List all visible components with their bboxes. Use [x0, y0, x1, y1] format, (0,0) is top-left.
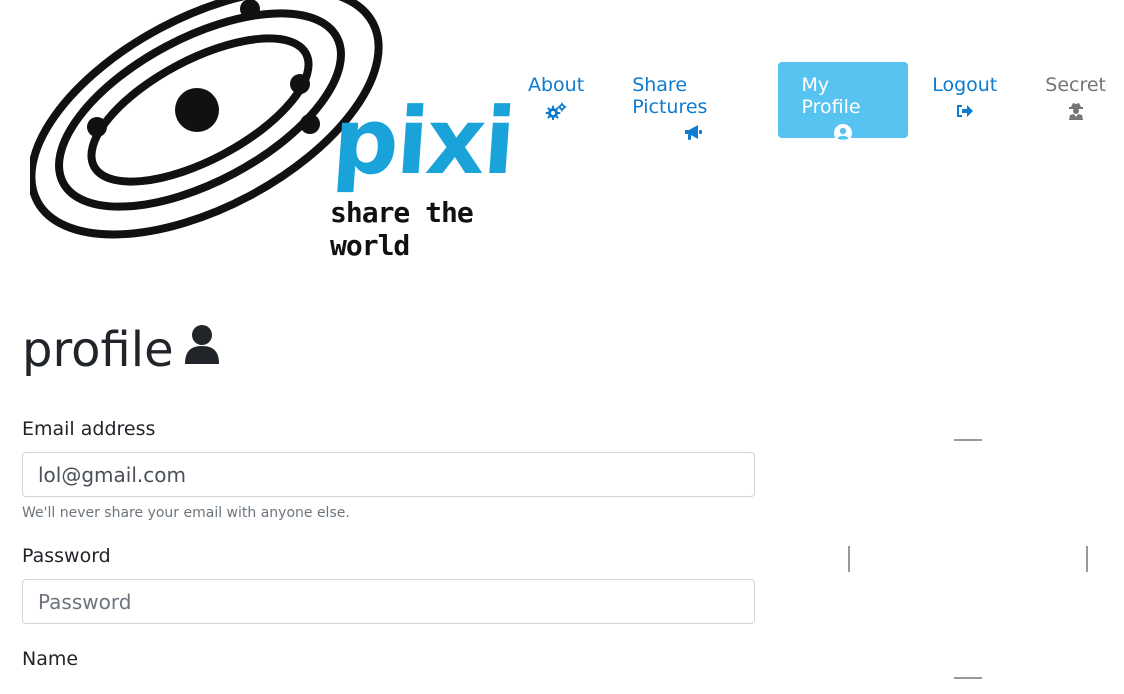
gears-icon	[545, 102, 567, 121]
email-field[interactable]	[22, 452, 755, 497]
password-field[interactable]	[22, 579, 755, 624]
logo-tagline: share the world	[330, 196, 474, 262]
logo-wordmark: pixi	[329, 88, 518, 195]
profile-avatar-image[interactable]	[848, 438, 1088, 680]
main-nav: About Share Pictures My Profile Logout S…	[508, 62, 1124, 142]
nav-logout[interactable]: Logout	[908, 62, 1021, 138]
pixi-logo[interactable]: pixi share the world	[27, 0, 517, 262]
nav-about[interactable]: About	[508, 62, 608, 138]
nav-label: Share Pictures	[632, 74, 708, 118]
nav-label: Secret	[1045, 74, 1106, 96]
bullhorn-icon	[683, 124, 703, 142]
sign-out-icon	[956, 102, 974, 120]
password-group: Password	[22, 545, 755, 624]
user-icon	[184, 322, 220, 378]
nav-secret[interactable]: Secret	[1021, 62, 1124, 138]
nav-label: About	[528, 74, 585, 96]
nav-label: Logout	[932, 74, 998, 96]
page-title-text: profile	[22, 322, 174, 378]
nav-my-profile[interactable]: My Profile	[777, 62, 909, 142]
user-secret-icon	[1068, 102, 1084, 120]
email-label: Email address	[22, 418, 156, 440]
page-title: profile	[22, 322, 220, 378]
profile-form: Email address We'll never share your ema…	[22, 418, 755, 694]
name-label: Name	[22, 648, 79, 670]
nav-share-pictures[interactable]: Share Pictures	[608, 62, 777, 140]
avatar-frame	[848, 439, 1088, 679]
email-group: Email address We'll never share your ema…	[22, 418, 755, 521]
password-label: Password	[22, 545, 111, 567]
name-group: Name	[22, 648, 755, 670]
nav-label: My Profile	[801, 74, 861, 118]
email-help-text: We'll never share your email with anyone…	[22, 505, 350, 521]
user-circle-icon	[833, 124, 852, 142]
